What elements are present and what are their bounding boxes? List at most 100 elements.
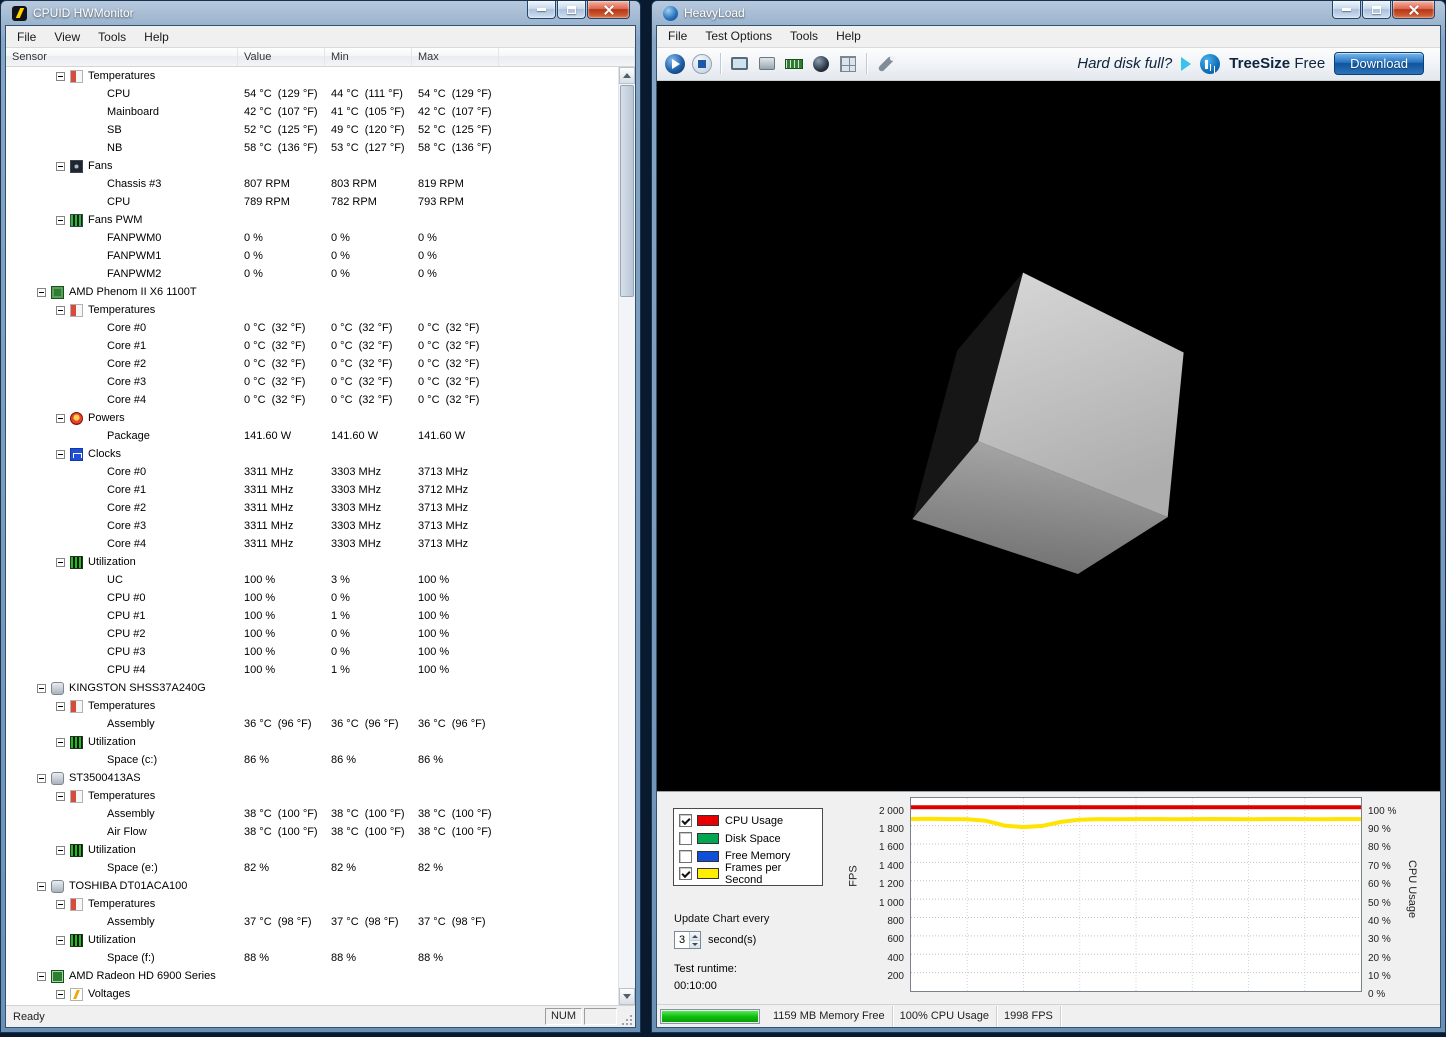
scroll-up-button[interactable] <box>619 67 635 84</box>
collapse-toggle[interactable] <box>56 702 65 711</box>
sensor-row[interactable]: FANPWM20 %0 %0 % <box>6 265 618 283</box>
legend-checkbox-cpu-usage[interactable] <box>679 814 692 827</box>
sensor-row[interactable]: CPU #2100 %0 %100 % <box>6 625 618 643</box>
sensor-group-row[interactable]: TOSHIBA DT01ACA100 <box>6 877 618 895</box>
collapse-toggle[interactable] <box>56 162 65 171</box>
legend-checkbox-free-memory[interactable] <box>679 850 692 863</box>
sensor-group-row[interactable]: Utilization <box>6 931 618 949</box>
sensor-row[interactable]: Assembly38 °C (100 °F)38 °C (100 °F)38 °… <box>6 805 618 823</box>
menu-tools[interactable]: Tools <box>89 27 135 47</box>
column-header-sensor[interactable]: Sensor <box>6 48 238 66</box>
scrollbar-thumb[interactable] <box>620 85 634 297</box>
collapse-toggle[interactable] <box>56 900 65 909</box>
render-3d-button[interactable] <box>807 50 834 77</box>
collapse-toggle[interactable] <box>56 450 65 459</box>
sensor-row[interactable]: FANPWM00 %0 %0 % <box>6 229 618 247</box>
sensor-row[interactable]: FANPWM10 %0 %0 % <box>6 247 618 265</box>
gui-stress-button[interactable] <box>726 50 753 77</box>
sensor-group-row[interactable]: Fans PWM <box>6 211 618 229</box>
sensor-row[interactable]: Chassis #3807 RPM803 RPM819 RPM <box>6 175 618 193</box>
sensor-group-row[interactable]: Utilization <box>6 841 618 859</box>
minimize-button[interactable] <box>1332 1 1361 19</box>
sensor-row[interactable]: Space (c:)86 %86 %86 % <box>6 751 618 769</box>
sensor-row[interactable]: Package141.60 W141.60 W141.60 W <box>6 427 618 445</box>
collapse-toggle[interactable] <box>37 774 46 783</box>
sensor-group-row[interactable]: Temperatures <box>6 697 618 715</box>
interval-up-button[interactable] <box>690 932 700 941</box>
sensor-group-row[interactable]: KINGSTON SHSS37A240G <box>6 679 618 697</box>
sensor-row[interactable]: UC100 %3 %100 % <box>6 571 618 589</box>
download-button[interactable]: Download <box>1334 52 1424 75</box>
write-disk-button[interactable] <box>753 50 780 77</box>
legend-checkbox-frames-per-second[interactable] <box>679 867 692 880</box>
collapse-toggle[interactable] <box>56 936 65 945</box>
menu-tools[interactable]: Tools <box>781 26 827 46</box>
heavyload-titlebar[interactable]: HeavyLoad <box>656 1 1441 25</box>
allocate-memory-button[interactable] <box>780 50 807 77</box>
collapse-toggle[interactable] <box>37 288 46 297</box>
sensor-group-row[interactable]: Utilization <box>6 553 618 571</box>
column-header-max[interactable]: Max <box>412 48 499 66</box>
vertical-scrollbar[interactable] <box>618 67 635 1005</box>
sensor-row[interactable]: Core #33311 MHz3303 MHz3713 MHz <box>6 517 618 535</box>
sensor-row[interactable]: Mainboard42 °C (107 °F)41 °C (105 °F)42 … <box>6 103 618 121</box>
cpu-cores-button[interactable] <box>834 50 861 77</box>
sensor-row[interactable]: Core #10 °C (32 °F)0 °C (32 °F)0 °C (32 … <box>6 337 618 355</box>
collapse-toggle[interactable] <box>56 846 65 855</box>
sensor-row[interactable]: CPU789 RPM782 RPM793 RPM <box>6 193 618 211</box>
stop-test-button[interactable] <box>688 50 715 77</box>
sensor-group-row[interactable]: Voltages <box>6 985 618 1003</box>
collapse-toggle[interactable] <box>56 792 65 801</box>
menu-test-options[interactable]: Test Options <box>696 26 781 46</box>
sensor-row[interactable]: Core #13311 MHz3303 MHz3712 MHz <box>6 481 618 499</box>
menu-view[interactable]: View <box>45 27 89 47</box>
sensor-row[interactable]: CPU #0100 %0 %100 % <box>6 589 618 607</box>
close-button[interactable] <box>1392 1 1435 19</box>
close-button[interactable] <box>587 1 630 19</box>
sensor-group-row[interactable]: Temperatures <box>6 895 618 913</box>
sensor-group-row[interactable]: Utilization <box>6 733 618 751</box>
sensor-row[interactable]: SB52 °C (125 °F)49 °C (120 °F)52 °C (125… <box>6 121 618 139</box>
hwmonitor-titlebar[interactable]: CPUID HWMonitor <box>5 1 636 25</box>
maximize-button[interactable] <box>557 1 586 19</box>
sensor-group-row[interactable]: AMD Phenom II X6 1100T <box>6 283 618 301</box>
sensor-row[interactable]: Core #40 °C (32 °F)0 °C (32 °F)0 °C (32 … <box>6 391 618 409</box>
sensor-row[interactable]: NB58 °C (136 °F)53 °C (127 °F)58 °C (136… <box>6 139 618 157</box>
column-header-min[interactable]: Min <box>325 48 412 66</box>
resize-grip[interactable] <box>619 1012 633 1026</box>
settings-button[interactable] <box>872 50 899 77</box>
collapse-toggle[interactable] <box>56 306 65 315</box>
menu-help[interactable]: Help <box>827 26 870 46</box>
sensor-row[interactable]: Core #03311 MHz3303 MHz3713 MHz <box>6 463 618 481</box>
scroll-down-button[interactable] <box>619 988 635 1005</box>
menu-file[interactable]: File <box>659 26 696 46</box>
collapse-toggle[interactable] <box>56 414 65 423</box>
collapse-toggle[interactable] <box>56 72 65 81</box>
sensor-group-row[interactable]: Temperatures <box>6 67 618 85</box>
sensor-row[interactable]: Core #20 °C (32 °F)0 °C (32 °F)0 °C (32 … <box>6 355 618 373</box>
collapse-toggle[interactable] <box>56 990 65 999</box>
interval-down-button[interactable] <box>690 941 700 949</box>
sensor-row[interactable]: Core #43311 MHz3303 MHz3713 MHz <box>6 535 618 553</box>
sensor-group-row[interactable]: Fans <box>6 157 618 175</box>
collapse-toggle[interactable] <box>56 216 65 225</box>
collapse-toggle[interactable] <box>56 738 65 747</box>
sensor-group-row[interactable]: Temperatures <box>6 787 618 805</box>
sensor-group-row[interactable]: Clocks <box>6 445 618 463</box>
sensor-row[interactable]: Core #30 °C (32 °F)0 °C (32 °F)0 °C (32 … <box>6 373 618 391</box>
legend-checkbox-disk-space[interactable] <box>679 832 692 845</box>
sensor-group-row[interactable]: AMD Radeon HD 6900 Series <box>6 967 618 985</box>
maximize-button[interactable] <box>1362 1 1391 19</box>
sensor-row[interactable]: Space (e:)82 %82 %82 % <box>6 859 618 877</box>
sensor-group-row[interactable]: Temperatures <box>6 301 618 319</box>
sensor-group-row[interactable]: ST3500413AS <box>6 769 618 787</box>
start-test-button[interactable] <box>661 50 688 77</box>
column-header-value[interactable]: Value <box>238 48 325 66</box>
minimize-button[interactable] <box>527 1 556 19</box>
sensor-group-row[interactable]: Powers <box>6 409 618 427</box>
sensor-row[interactable]: CPU #1100 %1 %100 % <box>6 607 618 625</box>
menu-file[interactable]: File <box>8 27 45 47</box>
collapse-toggle[interactable] <box>37 684 46 693</box>
sensor-row[interactable]: CPU #4100 %1 %100 % <box>6 661 618 679</box>
collapse-toggle[interactable] <box>56 558 65 567</box>
